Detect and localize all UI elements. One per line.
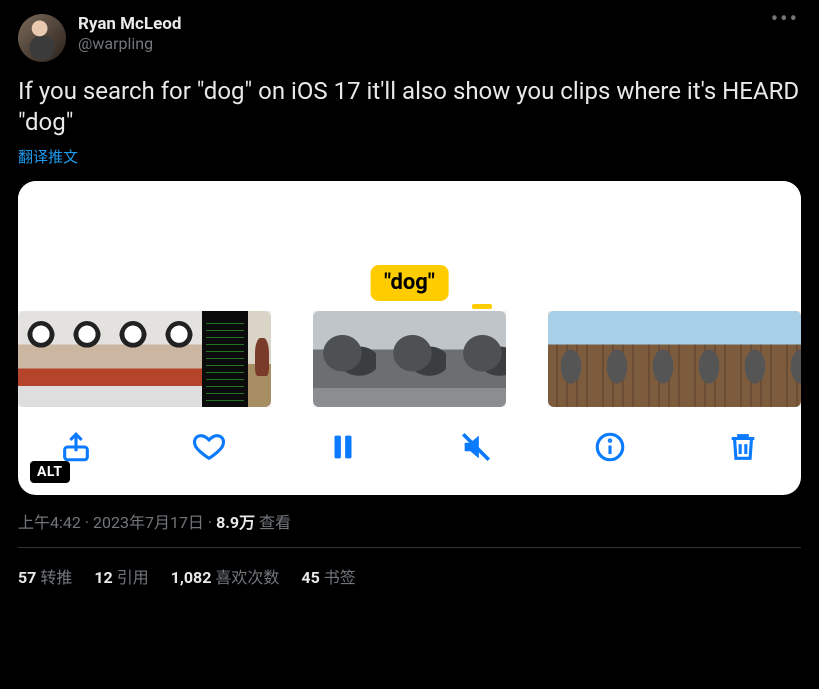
alt-badge[interactable]: ALT — [30, 461, 70, 483]
media-toolbar — [18, 407, 801, 495]
likes-count: 1,082 — [171, 568, 212, 587]
quotes-label: 引用 — [117, 568, 149, 587]
thumbnail — [18, 311, 64, 407]
tweet-date[interactable]: 2023年7月17日 — [93, 513, 204, 532]
mute-button[interactable] — [456, 429, 496, 469]
thumbnail — [383, 311, 453, 407]
clip-group-3[interactable] — [548, 311, 801, 407]
video-filmstrip[interactable] — [18, 311, 801, 407]
info-icon — [593, 430, 627, 468]
bookmarks-label: 书签 — [324, 568, 356, 587]
tweet-header: Ryan McLeod @warpling ••• — [18, 14, 801, 62]
timeline-marker — [472, 304, 492, 309]
thumbnail — [732, 311, 778, 407]
pause-icon — [326, 430, 360, 468]
info-button[interactable] — [590, 429, 630, 469]
tweet-time[interactable]: 上午4:42 — [18, 513, 81, 532]
likes-stat[interactable]: 1,082喜欢次数 — [171, 564, 280, 588]
tweet-stats: 57转推 12 引用 1,082喜欢次数 45 书签 — [18, 548, 801, 588]
speaker-muted-icon — [459, 430, 493, 468]
tweet-text: If you search for "dog" on iOS 17 it'll … — [18, 76, 801, 138]
search-term-pill: "dog" — [370, 265, 449, 301]
media-card[interactable]: "dog" — [18, 181, 801, 495]
media-preview-top: "dog" — [18, 181, 801, 311]
views-count: 8.9万 — [216, 513, 255, 532]
clip-gap — [271, 311, 313, 407]
bookmarks-stat[interactable]: 45 书签 — [301, 564, 355, 588]
thumbnail — [110, 311, 156, 407]
clip-group-2[interactable] — [313, 311, 506, 407]
clip-group-1[interactable] — [18, 311, 271, 407]
delete-button[interactable] — [723, 429, 763, 469]
retweets-label: 转推 — [40, 568, 72, 587]
quotes-stat[interactable]: 12 引用 — [94, 564, 148, 588]
like-button[interactable] — [189, 429, 229, 469]
avatar[interactable] — [18, 14, 66, 62]
author-names[interactable]: Ryan McLeod @warpling — [78, 14, 769, 54]
retweets-stat[interactable]: 57转推 — [18, 564, 72, 588]
clip-gap — [506, 311, 548, 407]
views-label: 查看 — [259, 513, 291, 532]
thumbnail — [248, 311, 271, 407]
retweets-count: 57 — [18, 568, 36, 587]
thumbnail — [64, 311, 110, 407]
tweet-container: Ryan McLeod @warpling ••• If you search … — [0, 0, 819, 588]
thumbnail — [640, 311, 686, 407]
thumbnail — [202, 311, 248, 407]
thumbnail — [453, 311, 506, 407]
pause-button[interactable] — [323, 429, 363, 469]
translate-link[interactable]: 翻译推文 — [18, 146, 801, 167]
thumbnail — [778, 311, 801, 407]
trash-icon — [726, 430, 760, 468]
thumbnail — [594, 311, 640, 407]
quotes-count: 12 — [94, 568, 112, 587]
thumbnail — [686, 311, 732, 407]
thumbnail — [548, 311, 594, 407]
display-name: Ryan McLeod — [78, 14, 769, 34]
thumbnail — [156, 311, 202, 407]
handle: @warpling — [78, 34, 769, 54]
tweet-meta: 上午4:42 · 2023年7月17日 · 8.9万 查看 — [18, 509, 801, 533]
more-options-button[interactable]: ••• — [769, 14, 801, 26]
thumbnail — [313, 311, 383, 407]
heart-icon — [192, 430, 226, 468]
likes-label: 喜欢次数 — [215, 568, 279, 587]
bookmarks-count: 45 — [301, 568, 319, 587]
